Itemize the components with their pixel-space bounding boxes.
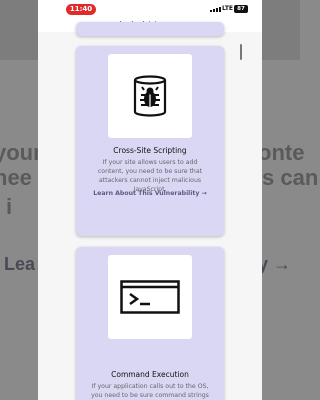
card-title: Cross-Site Scripting [113,146,187,155]
background-text: s can [262,165,319,190]
card-description: If your site allows users to add content… [97,159,203,193]
vulnerability-card-partial [76,22,224,36]
background-text: onte [258,140,305,165]
scrollbar[interactable] [240,44,242,60]
card-image [108,54,192,138]
background-text: your [0,140,42,165]
card-image [108,255,192,339]
background-text: nee [0,165,32,190]
network-label: LTE [222,5,234,12]
learn-more-link[interactable]: Learn About This Vulnerability → [76,190,224,197]
battery-icon: 87 [234,5,248,13]
vulnerability-card: Command Execution If your application ca… [76,247,224,400]
background-card [0,0,38,60]
status-time: 11:40 [66,4,96,15]
terminal-icon [120,280,180,314]
phone-screen: 11:40 LTE 87 hacksplaining.com [38,0,262,400]
vulnerability-card: Cross-Site Scripting If your site allows… [76,46,224,236]
background-link-text: Lea [4,254,36,274]
bug-database-icon [133,75,167,117]
background-card [262,0,300,60]
status-bar: 11:40 LTE 87 [38,0,262,18]
card-description: If your application calls out to the OS,… [91,383,209,399]
card-title: Command Execution [111,370,189,379]
background-text: i [6,194,13,219]
signal-icon [210,7,221,12]
page-content: Cross-Site Scripting If your site allows… [38,22,262,400]
